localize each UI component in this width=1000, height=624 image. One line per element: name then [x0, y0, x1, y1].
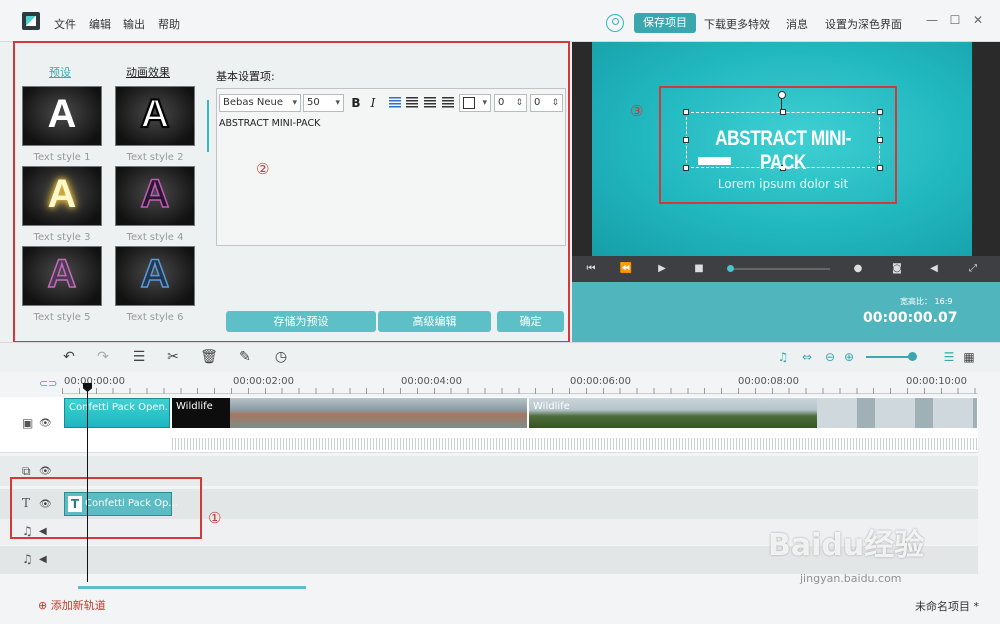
menu-edit[interactable]: 编辑 [89, 16, 111, 32]
grid-view-icon[interactable]: ▦ [961, 349, 977, 365]
timecode-display: 00:00:00.07 [863, 310, 958, 326]
video-clip-wildlife-2[interactable]: Wildlife [529, 398, 817, 428]
step-back-icon[interactable]: ⏪ [619, 262, 633, 276]
add-track-label: 添加新轨道 [50, 599, 106, 612]
volume-icon[interactable]: ◀ [927, 262, 941, 276]
speaker-icon[interactable]: ◀ [39, 554, 47, 565]
video-clip-wildlife-1[interactable]: Wildlife [172, 398, 230, 428]
minimize-icon[interactable]: — [925, 13, 939, 27]
dark-theme-link[interactable]: 设置为深色界面 [825, 16, 902, 32]
timeline-scrollbar[interactable] [78, 586, 306, 589]
zoom-slider-handle[interactable] [908, 352, 917, 361]
eye-icon[interactable]: 👁 [39, 418, 52, 429]
adjust-icon[interactable]: ☰ [130, 348, 148, 366]
speed-icon[interactable]: ◷ [272, 348, 290, 366]
annotation-marker-3: ③ [630, 102, 644, 120]
aspect-ratio-label: 宽高比： 16:9 [900, 297, 953, 306]
list-view-icon[interactable]: ☰ [941, 349, 957, 365]
delete-icon[interactable]: 🗑 [200, 348, 218, 366]
playhead-line[interactable] [87, 388, 88, 582]
playback-progress-track[interactable] [730, 268, 830, 270]
ruler-label: 00:00:06:00 [570, 376, 632, 387]
microphone-icon[interactable]: ● [851, 262, 865, 276]
camera-icon[interactable]: ◙ [890, 262, 904, 276]
menu-file[interactable]: 文件 [54, 16, 76, 32]
stop-icon[interactable]: ■ [692, 262, 706, 276]
eye-icon[interactable]: 👁 [39, 466, 52, 477]
ruler-label: 00:00:10:00 [906, 376, 968, 387]
video-clip-wildlife-1-frames[interactable] [230, 398, 527, 428]
project-name: 未命名项目 * [915, 600, 979, 613]
watermark-brand: Baidu经验 [768, 528, 925, 563]
zoom-out-icon[interactable]: ⊖ [822, 349, 838, 365]
music-icon: ♫ [22, 552, 33, 566]
ruler-label: 00:00:02:00 [233, 376, 295, 387]
annotation-box-3 [659, 86, 897, 204]
playback-progress-handle[interactable] [727, 265, 734, 272]
add-track-button[interactable]: ⊕ 添加新轨道 [38, 597, 106, 613]
audio-mixer-icon[interactable]: ♫ [775, 349, 791, 365]
maximize-icon[interactable]: ☐ [948, 13, 962, 27]
save-project-button[interactable]: 保存项目 [634, 13, 696, 33]
snap-icon[interactable]: ⊂⊃ [39, 377, 57, 390]
redo-icon[interactable]: ↷ [94, 348, 112, 366]
ruler-label: 00:00:08:00 [738, 376, 800, 387]
play-icon[interactable]: ▶ [655, 262, 669, 276]
annotation-marker-1: ① [208, 509, 222, 527]
download-effects-link[interactable]: 下载更多特效 [704, 16, 770, 32]
fit-timeline-icon[interactable]: ⇔ [799, 349, 815, 365]
undo-icon[interactable]: ↶ [60, 348, 78, 366]
ruler-ticks [62, 388, 978, 394]
app-logo-icon [22, 12, 40, 30]
edit-icon[interactable]: ✎ [236, 348, 254, 366]
film-icon: ▣ [22, 416, 34, 430]
cut-icon[interactable]: ✂ [164, 348, 182, 366]
ruler-label: 00:00:00:00 [64, 376, 126, 387]
clip-label: Wildlife [533, 401, 570, 412]
skip-start-icon[interactable]: ⏮ [584, 262, 598, 276]
video-clip-wildlife-2-frames[interactable] [817, 398, 977, 428]
close-icon[interactable]: ✕ [971, 13, 985, 27]
user-icon[interactable] [606, 14, 624, 32]
ruler-label: 00:00:04:00 [401, 376, 463, 387]
clip-label: Wildlife [176, 401, 213, 412]
preview-letterbox-right [972, 42, 1000, 256]
annotation-box-1 [10, 477, 202, 539]
video-clip-confetti[interactable]: Confetti Pack Open... [64, 398, 170, 428]
add-circle-icon: ⊕ [38, 599, 51, 612]
fullscreen-icon[interactable]: ⤢ [966, 262, 980, 276]
zoom-in-icon[interactable]: ⊕ [841, 349, 857, 365]
menu-export[interactable]: 输出 [123, 16, 145, 32]
audio-waveform [172, 438, 977, 450]
menu-help[interactable]: 帮助 [158, 16, 180, 32]
watermark-url: jingyan.baidu.com [800, 572, 902, 585]
annotation-box-2 [13, 41, 570, 343]
preview-letterbox-left [572, 42, 592, 256]
messages-link[interactable]: 消息 [786, 16, 808, 32]
clip-label: Confetti Pack Open... [69, 402, 169, 413]
